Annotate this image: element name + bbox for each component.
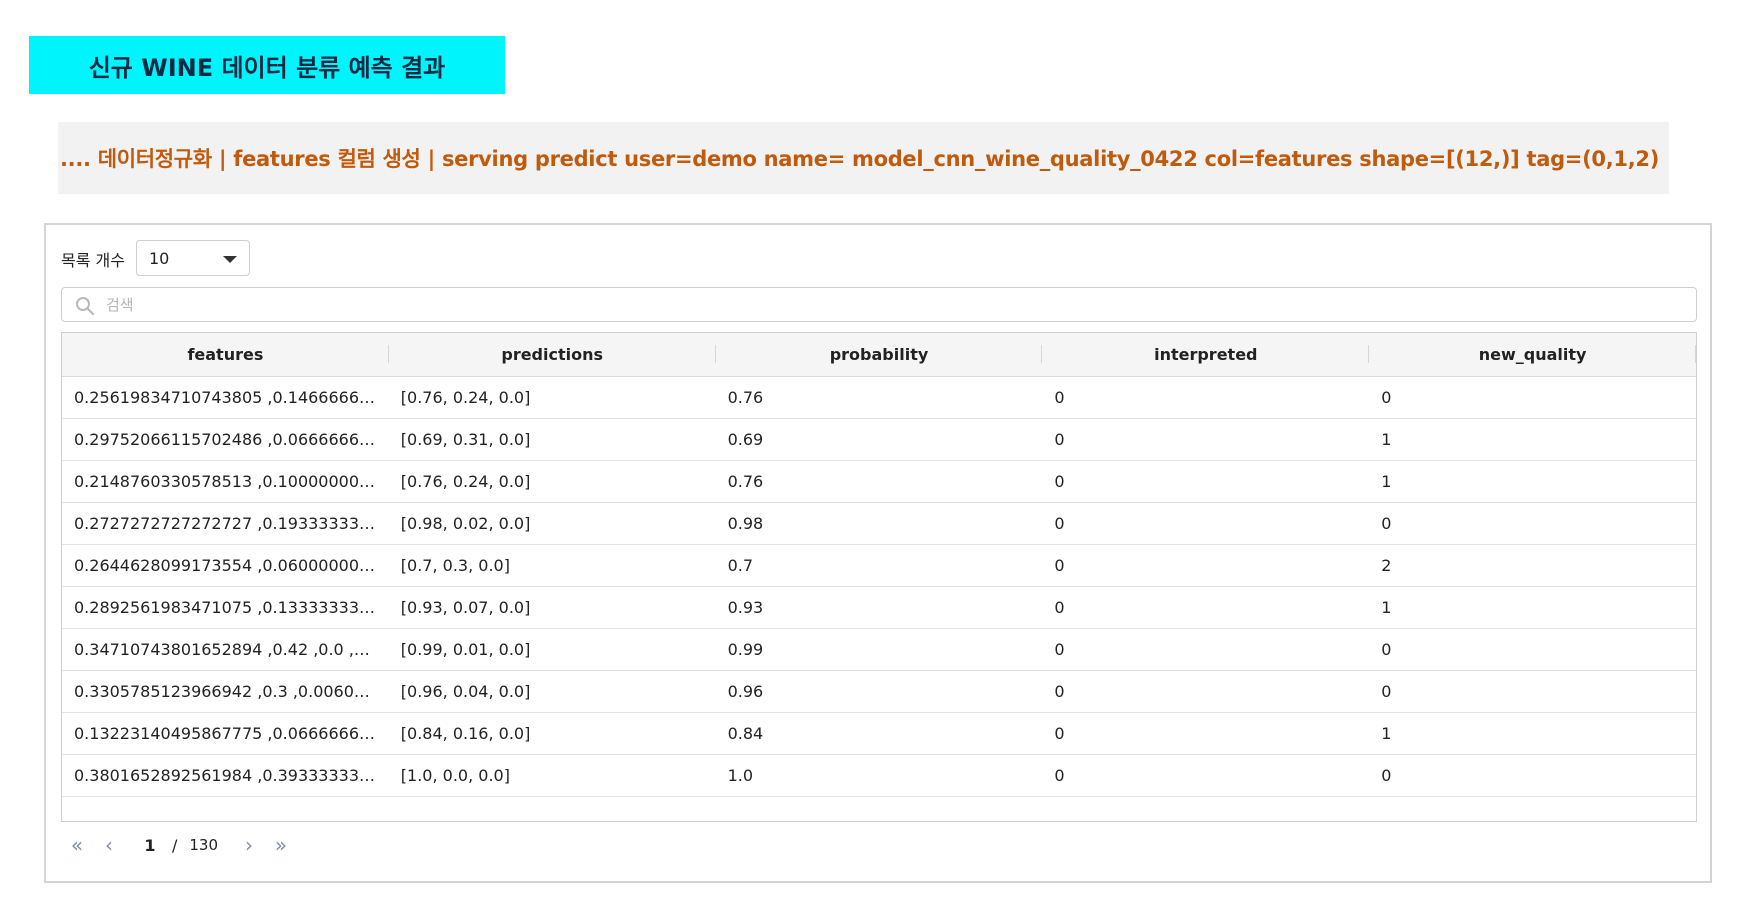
cell-interpreted: 0 bbox=[1042, 544, 1370, 587]
search-input[interactable] bbox=[104, 292, 1668, 318]
cell-features: 0.3801652892561984 ,0.39333333333333333 … bbox=[62, 754, 389, 797]
cell-new-quality: 1 bbox=[1369, 418, 1696, 461]
page-separator: / bbox=[172, 835, 178, 855]
pagination: « ‹ 1 / 130 › » bbox=[66, 825, 292, 865]
cell-predictions: [1.0, 0.0, 0.0] bbox=[388, 754, 716, 797]
cell-new-quality: 0 bbox=[1369, 670, 1696, 713]
cell-probability: 0.76 bbox=[715, 460, 1043, 503]
cell-probability: 1.0 bbox=[715, 754, 1043, 797]
cell-predictions: [0.99, 0.01, 0.0] bbox=[388, 628, 716, 671]
cell-new-quality: 1 bbox=[1369, 586, 1696, 629]
cell-probability: 0.98 bbox=[715, 502, 1043, 545]
cell-interpreted: 0 bbox=[1042, 460, 1370, 503]
table-row[interactable]: 0.25619834710743805 ,0.14666666666666667… bbox=[62, 376, 1696, 419]
table-row[interactable]: 0.3801652892561984 ,0.39333333333333333 … bbox=[62, 754, 1696, 797]
cell-new-quality: 0 bbox=[1369, 628, 1696, 671]
results-panel: 목록 개수 10 features predictions probabilit… bbox=[44, 223, 1712, 883]
first-page-icon[interactable]: « bbox=[66, 833, 88, 857]
cell-predictions: [0.76, 0.24, 0.0] bbox=[388, 460, 716, 503]
next-page-icon[interactable]: › bbox=[238, 833, 260, 857]
cell-features: 0.29752066115702486 ,0.06666666666666667… bbox=[62, 418, 389, 461]
column-header-new-quality[interactable]: new_quality bbox=[1369, 333, 1696, 377]
last-page-icon[interactable]: » bbox=[270, 833, 292, 857]
list-count-label: 목록 개수 bbox=[61, 251, 125, 270]
cell-interpreted: 0 bbox=[1042, 502, 1370, 545]
cell-interpreted: 0 bbox=[1042, 670, 1370, 713]
table-row[interactable]: 0.2727272727272727 ,0.19333333333333333 … bbox=[62, 502, 1696, 545]
cell-new-quality: 0 bbox=[1369, 754, 1696, 797]
search-box bbox=[61, 287, 1697, 322]
current-page[interactable]: 1 bbox=[140, 836, 160, 855]
cell-interpreted: 0 bbox=[1042, 418, 1370, 461]
page-title: 신규 WINE 데이터 분류 예측 결과 bbox=[29, 36, 505, 94]
cell-new-quality: 0 bbox=[1369, 502, 1696, 545]
cell-probability: 0.99 bbox=[715, 628, 1043, 671]
cell-predictions: [0.69, 0.31, 0.0] bbox=[388, 418, 716, 461]
total-pages: 130 bbox=[189, 836, 219, 854]
table-row[interactable]: 0.3305785123966942 ,0.3 ,0.006024 ,... [… bbox=[62, 670, 1696, 713]
cell-features: 0.13223140495867775 ,0.06666666666666667… bbox=[62, 712, 389, 755]
caret-down-icon bbox=[223, 256, 237, 263]
cell-probability: 0.96 bbox=[715, 670, 1043, 713]
cell-new-quality: 1 bbox=[1369, 460, 1696, 503]
cell-features: 0.2644628099173554 ,0.06000000000000000 … bbox=[62, 544, 389, 587]
search-icon bbox=[76, 297, 95, 316]
table-row[interactable]: 0.2892561983471075 ,0.13333333333333333 … bbox=[62, 586, 1696, 629]
cell-new-quality: 2 bbox=[1369, 544, 1696, 587]
command-bar: .... 데이터정규화 | features 컬럼 생성 | serving p… bbox=[58, 122, 1669, 194]
cell-features: 0.3305785123966942 ,0.3 ,0.006024 ,... bbox=[62, 670, 389, 713]
cell-features: 0.2727272727272727 ,0.19333333333333333 … bbox=[62, 502, 389, 545]
cell-predictions: [0.93, 0.07, 0.0] bbox=[388, 586, 716, 629]
table-row[interactable]: 0.13223140495867775 ,0.06666666666666667… bbox=[62, 712, 1696, 755]
table-row[interactable]: 0.34710743801652894 ,0.42 ,0.0 ,0.0 ,...… bbox=[62, 628, 1696, 671]
cell-features: 0.2148760330578513 ,0.10000000000000000 … bbox=[62, 460, 389, 503]
table-row[interactable]: 0.2148760330578513 ,0.10000000000000000 … bbox=[62, 460, 1696, 503]
cell-new-quality: 0 bbox=[1369, 376, 1696, 419]
column-header-probability[interactable]: probability bbox=[715, 333, 1043, 377]
results-table: features predictions probability interpr… bbox=[61, 332, 1697, 822]
cell-features: 0.25619834710743805 ,0.14666666666666667… bbox=[62, 376, 389, 419]
cell-features: 0.2892561983471075 ,0.13333333333333333 … bbox=[62, 586, 389, 629]
command-text: .... 데이터정규화 | features 컬럼 생성 | serving p… bbox=[60, 147, 1659, 171]
cell-features: 0.34710743801652894 ,0.42 ,0.0 ,0.0 ,... bbox=[62, 628, 389, 671]
cell-interpreted: 0 bbox=[1042, 376, 1370, 419]
prev-page-icon[interactable]: ‹ bbox=[98, 833, 120, 857]
cell-predictions: [0.76, 0.24, 0.0] bbox=[388, 376, 716, 419]
cell-probability: 0.76 bbox=[715, 376, 1043, 419]
cell-predictions: [0.7, 0.3, 0.0] bbox=[388, 544, 716, 587]
cell-probability: 0.69 bbox=[715, 418, 1043, 461]
cell-predictions: [0.96, 0.04, 0.0] bbox=[388, 670, 716, 713]
column-header-interpreted[interactable]: interpreted bbox=[1042, 333, 1370, 377]
cell-probability: 0.84 bbox=[715, 712, 1043, 755]
column-header-predictions[interactable]: predictions bbox=[388, 333, 716, 377]
cell-interpreted: 0 bbox=[1042, 586, 1370, 629]
cell-new-quality: 1 bbox=[1369, 712, 1696, 755]
list-count-select[interactable]: 10 bbox=[136, 240, 250, 276]
table-row[interactable]: 0.29752066115702486 ,0.06666666666666667… bbox=[62, 418, 1696, 461]
cell-probability: 0.7 bbox=[715, 544, 1043, 587]
cell-interpreted: 0 bbox=[1042, 754, 1370, 797]
table-header-row: features predictions probability interpr… bbox=[62, 333, 1696, 377]
cell-predictions: [0.98, 0.02, 0.0] bbox=[388, 502, 716, 545]
cell-interpreted: 0 bbox=[1042, 628, 1370, 671]
cell-interpreted: 0 bbox=[1042, 712, 1370, 755]
table-row[interactable]: 0.2644628099173554 ,0.06000000000000000 … bbox=[62, 544, 1696, 587]
cell-predictions: [0.84, 0.16, 0.0] bbox=[388, 712, 716, 755]
column-header-features[interactable]: features bbox=[62, 333, 389, 377]
cell-probability: 0.93 bbox=[715, 586, 1043, 629]
list-count-value: 10 bbox=[149, 248, 170, 268]
